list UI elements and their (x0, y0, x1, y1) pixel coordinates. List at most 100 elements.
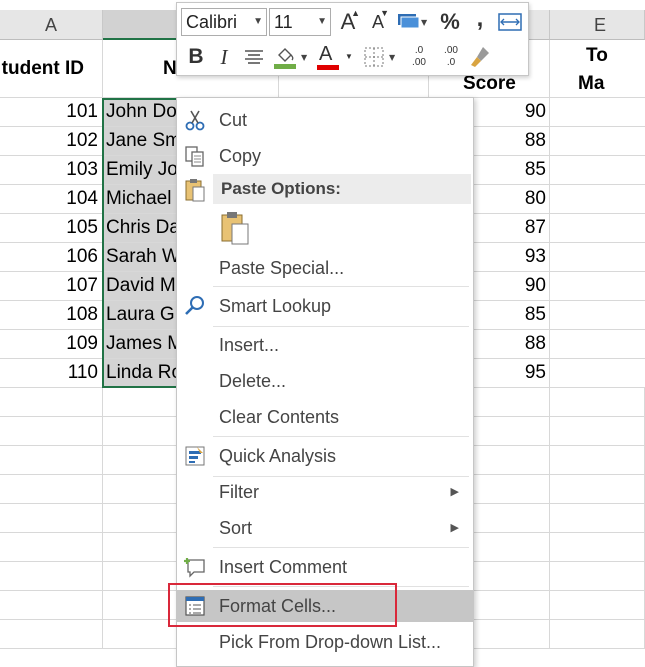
cell-empty[interactable] (550, 446, 645, 475)
decrease-decimal-button[interactable]: .00 .0 (435, 43, 467, 73)
cell-empty[interactable] (0, 620, 103, 649)
menu-item-filter[interactable]: Filter ▶ (177, 476, 473, 508)
cell-student-id[interactable]: 106 (0, 243, 103, 272)
accounting-format-icon: ▼ (398, 14, 428, 29)
cell-empty[interactable] (0, 446, 103, 475)
cell-empty[interactable] (550, 330, 645, 359)
cell-empty[interactable] (0, 388, 103, 417)
mini-toolbar: Calibri ▼ 11 ▼ A ▲ A ▼ ▼ % , B I ▼ A ▼ ▼… (176, 2, 529, 76)
cell-empty[interactable] (550, 620, 645, 649)
italic-button[interactable]: I (211, 43, 237, 71)
cell-empty[interactable] (550, 98, 645, 127)
menu-separator (213, 326, 469, 327)
context-menu: Cut Copy Paste Options: Paste Special...… (176, 97, 474, 667)
svg-text:▼: ▼ (389, 53, 396, 62)
clipboard-icon (185, 179, 205, 202)
menu-item-smart-lookup[interactable]: Smart Lookup (177, 290, 473, 322)
font-color-swatch (317, 65, 339, 70)
menu-label-insert-comment: Insert Comment (219, 557, 348, 577)
cell-empty[interactable] (0, 533, 103, 562)
cell-student-id[interactable]: 109 (0, 330, 103, 359)
fill-color-icon: ▼ (274, 48, 308, 69)
format-painter-icon (471, 47, 489, 67)
decrease-font-size-button[interactable]: A ▼ (365, 8, 391, 36)
cell-student-id[interactable]: 107 (0, 272, 103, 301)
comma-style-button[interactable]: , (467, 5, 493, 33)
cell-student-id[interactable]: 104 (0, 185, 103, 214)
menu-label-sort: Sort (219, 518, 253, 538)
cell-empty[interactable] (0, 562, 103, 591)
cell-empty[interactable] (550, 388, 645, 417)
menu-separator (213, 436, 469, 437)
header-total[interactable]: To Ma (550, 40, 645, 98)
center-align-button[interactable] (241, 43, 267, 71)
bold-button[interactable]: B (183, 43, 209, 71)
scissors-icon (185, 110, 205, 131)
menu-item-copy[interactable]: Copy (177, 140, 473, 172)
cell-empty[interactable] (550, 533, 645, 562)
cell-empty[interactable] (550, 591, 645, 620)
font-color-button[interactable]: A ▼ (315, 43, 355, 71)
menu-item-delete[interactable]: Delete... (177, 365, 473, 397)
cell-empty[interactable] (0, 504, 103, 533)
menu-item-sort[interactable]: Sort ▶ (177, 512, 473, 544)
cell-empty[interactable] (550, 214, 645, 243)
menu-label-paste-options: Paste Options: (221, 179, 341, 198)
font-size-select[interactable]: 11 ▼ (269, 8, 331, 36)
menu-item-paste-special[interactable]: Paste Special... (177, 252, 473, 284)
cell-empty[interactable] (0, 475, 103, 504)
paste-button[interactable] (219, 210, 253, 246)
percent-style-button[interactable]: % (437, 8, 463, 36)
cell-empty[interactable] (550, 562, 645, 591)
increase-decimal-icon: .0 .00 (412, 45, 426, 68)
menu-label-pick-from-list: Pick From Drop-down List... (219, 632, 442, 652)
column-header-a[interactable]: A (0, 10, 103, 40)
chevron-down-icon: ▼ (317, 16, 327, 27)
cell-student-id[interactable]: 108 (0, 301, 103, 330)
column-header-e[interactable]: E (550, 10, 645, 40)
cell-empty[interactable] (550, 185, 645, 214)
copy-icon (185, 146, 204, 167)
magnifier-icon (185, 296, 204, 315)
cell-student-id[interactable]: 110 (0, 359, 103, 388)
cell-empty[interactable] (550, 272, 645, 301)
font-size-value: 11 (274, 12, 293, 32)
quick-analysis-icon (185, 446, 205, 466)
menu-item-cut[interactable]: Cut (177, 104, 473, 136)
header-total-line1: To (586, 45, 608, 66)
increase-font-size-button[interactable]: A ▲ (335, 8, 361, 36)
svg-text:▼: ▼ (421, 18, 428, 27)
chevron-down-icon: ▼ (345, 52, 353, 61)
menu-label-insert: Insert... (219, 335, 280, 355)
font-name-select[interactable]: Calibri ▼ (181, 8, 267, 36)
menu-item-pick-from-list[interactable]: Pick From Drop-down List... (177, 626, 473, 658)
cell-empty[interactable] (550, 127, 645, 156)
merge-center-button[interactable] (497, 8, 523, 36)
cell-student-id[interactable]: 102 (0, 127, 103, 156)
borders-button[interactable]: ▼ (361, 43, 401, 71)
cell-empty[interactable] (550, 156, 645, 185)
cell-empty[interactable] (550, 243, 645, 272)
menu-item-insert-comment[interactable]: Insert Comment (177, 551, 473, 583)
cell-empty[interactable] (550, 359, 645, 388)
increase-decimal-button[interactable]: .0 .00 (403, 43, 435, 73)
decrease-decimal-icon: .00 .0 (444, 45, 461, 68)
cell-empty[interactable] (550, 417, 645, 446)
format-painter-button[interactable] (467, 43, 493, 71)
menu-item-quick-analysis[interactable]: Quick Analysis (177, 440, 473, 472)
header-student-id[interactable]: tudent ID (0, 40, 103, 98)
borders-icon: ▼ (364, 47, 396, 67)
cell-student-id[interactable]: 105 (0, 214, 103, 243)
cell-empty[interactable] (550, 504, 645, 533)
cell-empty[interactable] (0, 417, 103, 446)
cell-student-id[interactable]: 103 (0, 156, 103, 185)
accounting-format-button[interactable]: ▼ (395, 8, 429, 36)
cell-student-id[interactable]: 101 (0, 98, 103, 127)
cell-empty[interactable] (550, 475, 645, 504)
cell-empty[interactable] (0, 591, 103, 620)
menu-label-filter: Filter (219, 482, 259, 502)
menu-item-insert[interactable]: Insert... (177, 329, 473, 361)
fill-color-button[interactable]: ▼ (271, 43, 311, 71)
menu-item-clear-contents[interactable]: Clear Contents (177, 401, 473, 433)
cell-empty[interactable] (550, 301, 645, 330)
